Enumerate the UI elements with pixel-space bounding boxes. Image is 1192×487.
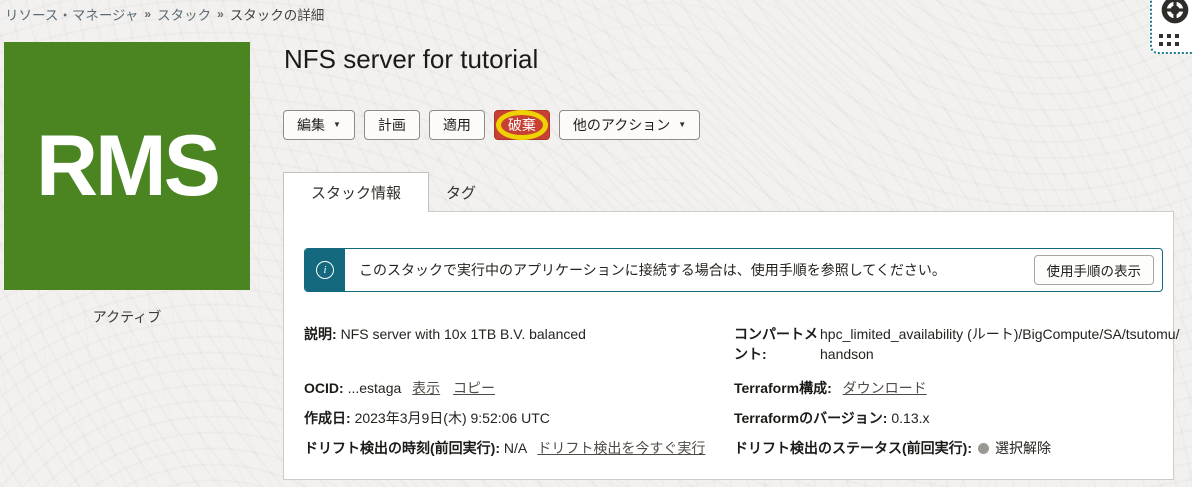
info-icon-block: i	[305, 249, 345, 291]
drift-time-field: ドリフト検出の時刻(前回実行): N/A ドリフト検出を今すぐ実行	[304, 438, 705, 458]
breadcrumb-separator-icon: »	[217, 7, 224, 21]
terraform-download-link[interactable]: ダウンロード	[843, 380, 927, 396]
drift-status-field: ドリフト検出のステータス(前回実行): 選択解除	[734, 438, 1051, 458]
created-date-field: 作成日: 2023年3月9日(木) 9:52:06 UTC	[304, 408, 550, 428]
edit-button-label: 編集	[297, 115, 325, 135]
apply-button-label: 適用	[443, 115, 471, 135]
destroy-button[interactable]: 破棄	[494, 110, 550, 140]
page-title: NFS server for tutorial	[284, 44, 538, 75]
ocid-label: OCID:	[304, 380, 344, 396]
destroy-button-label: 破棄	[508, 115, 536, 135]
chevron-down-icon: ▼	[333, 121, 341, 129]
show-instructions-button[interactable]: 使用手順の表示	[1034, 255, 1155, 285]
edit-button[interactable]: 編集 ▼	[283, 110, 355, 140]
info-banner: i このスタックで実行中のアプリケーションに接続する場合は、使用手順を参照してく…	[304, 248, 1163, 292]
resource-manager-stack-details-page: リソース・マネージャ » スタック » スタックの詳細 RM	[0, 0, 1192, 487]
created-date-label: 作成日:	[304, 410, 351, 426]
terraform-version-value: 0.13.x	[891, 410, 929, 426]
plan-button[interactable]: 計画	[364, 110, 420, 140]
breadcrumb-stacks[interactable]: スタック	[157, 4, 211, 24]
help-lifering-icon[interactable]	[1159, 0, 1191, 31]
apply-button[interactable]: 適用	[429, 110, 485, 140]
ocid-value: ...estaga	[348, 380, 402, 396]
rms-logo: RMS	[36, 123, 218, 209]
drift-status-dot-icon	[978, 443, 989, 454]
terraform-version-label: Terraformのバージョン:	[734, 410, 887, 426]
stack-info-panel: i このスタックで実行中のアプリケーションに接続する場合は、使用手順を参照してく…	[283, 211, 1174, 480]
compartment-value: hpc_limited_availability (ルート)/BigComput…	[820, 324, 1180, 364]
run-drift-detection-link[interactable]: ドリフト検出を今すぐ実行	[537, 440, 705, 456]
description-label: 説明:	[304, 326, 337, 342]
ocid-show-link[interactable]: 表示	[412, 380, 440, 396]
compartment-field: コンパートメント: hpc_limited_availability (ルート)…	[734, 324, 1180, 364]
ocid-field: OCID: ...estaga 表示 コピー	[304, 378, 495, 398]
description-value: NFS server with 10x 1TB B.V. balanced	[341, 326, 586, 342]
info-icon: i	[316, 261, 334, 279]
compartment-label: コンパートメント:	[734, 324, 820, 364]
chevron-down-icon: ▼	[678, 121, 686, 129]
help-menu-box[interactable]	[1150, 0, 1192, 54]
stack-resource-tile: RMS	[4, 42, 250, 290]
description-field: 説明: NFS server with 10x 1TB B.V. balance…	[304, 324, 586, 344]
more-actions-button-label: 他のアクション	[573, 115, 670, 135]
ocid-copy-link[interactable]: コピー	[453, 380, 495, 396]
info-banner-message: このスタックで実行中のアプリケーションに接続する場合は、使用手順を参照してくださ…	[345, 260, 946, 280]
terraform-config-field: Terraform構成: ダウンロード	[734, 378, 927, 398]
breadcrumb-resource-manager[interactable]: リソース・マネージャ	[5, 4, 138, 24]
drift-status-value: 選択解除	[995, 440, 1051, 456]
status-badge: アクティブ	[4, 307, 250, 327]
created-date-value: 2023年3月9日(木) 9:52:06 UTC	[355, 410, 550, 426]
breadcrumb-stack-details: スタックの詳細	[230, 4, 325, 24]
plan-button-label: 計画	[378, 115, 406, 135]
drift-time-label: ドリフト検出の時刻(前回実行):	[304, 440, 500, 456]
drift-time-value: N/A	[504, 440, 527, 456]
more-actions-button[interactable]: 他のアクション ▼	[559, 110, 700, 140]
terraform-config-label: Terraform構成:	[734, 380, 832, 396]
terraform-version-field: Terraformのバージョン: 0.13.x	[734, 408, 930, 428]
apps-grid-icon[interactable]	[1159, 34, 1179, 46]
breadcrumb: リソース・マネージャ » スタック » スタックの詳細	[5, 4, 324, 24]
drift-status-label: ドリフト検出のステータス(前回実行):	[734, 440, 972, 456]
stack-actions-toolbar: 編集 ▼ 計画 適用 破棄 他のアクション ▼	[283, 110, 700, 140]
tab-tags[interactable]: タグ	[436, 172, 486, 212]
tab-stack-info[interactable]: スタック情報	[283, 172, 429, 212]
breadcrumb-separator-icon: »	[144, 7, 151, 21]
